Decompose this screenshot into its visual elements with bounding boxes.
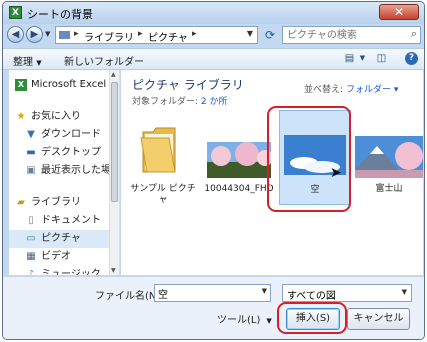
arrange-by-dropdown[interactable]: フォルダー ▾ [346,82,398,95]
scroll-up-icon[interactable]: ▲ [111,71,116,78]
address-bar[interactable]: ▸ ライブラリ ▸ ピクチャ ▸ ▼ [55,26,258,44]
nav-item-microsoft-excel[interactable]: X Microsoft Excel [9,76,119,94]
filetype-value: すべての図 [287,291,336,302]
chevron-down-icon[interactable]: ▼ [402,288,407,296]
chevron-down-icon: ▼ [266,317,272,325]
search-input[interactable] [287,28,397,42]
nav-item-downloads[interactable]: ▼ ダウンロード [9,126,119,144]
nav-item-documents[interactable]: ▯ ドキュメント [9,212,119,230]
title-bar: X シートの背景 ✕ [3,2,424,24]
nav-item-label: ピクチャ [41,233,81,244]
tools-button[interactable]: ツール(L) ▼ [217,311,272,326]
command-bar: 整理 ▼ 新しいフォルダー ▤ ▼ ◫ ? [3,48,424,70]
desktop-icon: ▬ [26,147,36,158]
preview-pane-icon[interactable]: ◫ [375,52,388,65]
documents-icon: ▯ [28,215,34,226]
breadcrumb-libraries[interactable]: ライブラリ [84,29,134,44]
filename-input[interactable] [158,286,253,300]
forward-button[interactable]: ▶ [26,26,43,43]
address-dropdown-icon[interactable]: ▼ [247,29,253,38]
nav-item-label: ミュージック [41,269,101,275]
close-button[interactable]: ✕ [379,4,419,20]
nav-item-recent-places[interactable]: ▣ 最近表示した場所 [9,162,119,180]
search-icon[interactable]: ⌕ [411,27,417,41]
organize-button[interactable]: 整理 ▼ [13,53,42,68]
view-dropdown-icon[interactable]: ▼ [356,52,369,65]
library-subtitle: 対象フォルダー: 2 か所 [132,94,228,107]
file-name: 10044304_FHD [204,184,274,194]
arrange-by-label: 並べ替え: [304,85,344,95]
breadcrumb-separator-icon[interactable]: ▸ [138,29,143,39]
breadcrumb-separator-icon[interactable]: ▸ [74,29,79,39]
videos-icon: ▦ [26,251,36,262]
dialog-footer: ファイル名(N): ▼ すべての図 ▼ ツール(L)▼ 挿入(S) キャンセル [3,276,424,339]
search-box[interactable]: ⌕ [282,26,421,44]
music-icon: ♪ [27,269,35,275]
nav-item-favorites[interactable]: ★ お気に入り [9,108,119,126]
recent-pages-dropdown-icon[interactable]: ▼ [45,30,50,38]
star-icon: ★ [16,111,26,122]
file-list-pane: ピクチャ ライブラリ 対象フォルダー: 2 か所 並べ替え: フォルダー ▾ サ… [121,70,423,275]
view-options-icon[interactable]: ▤ [343,52,356,65]
tools-label: ツール(L) [217,315,261,326]
file-item-mount-fuji[interactable]: 富士山 [353,110,423,205]
nav-item-desktop[interactable]: ▬ デスクトップ [9,144,119,162]
nav-item-label: ライブラリ [31,197,81,208]
pictures-icon: ▭ [26,233,36,244]
new-folder-button[interactable]: 新しいフォルダー [64,53,144,68]
file-dialog-window: X シートの背景 ✕ ◀ ▶ ▼ ▸ ライブラリ ▸ ピクチャ ▸ ▼ ⟳ ⌕ … [2,1,425,340]
folder-icon [140,127,176,173]
excel-app-icon: X [9,6,22,19]
breadcrumb-separator-icon[interactable]: ▸ [192,29,197,39]
nav-item-label: Microsoft Excel [31,79,107,90]
library-locations-link[interactable]: 2 か所 [201,97,228,107]
refresh-icon[interactable]: ⟳ [261,26,279,44]
file-item-sample-pictures[interactable]: サンプル ピクチャ [127,110,199,205]
nav-item-libraries[interactable]: ▰ ライブラリ [9,194,119,212]
recent-places-icon: ▣ [26,165,36,176]
nav-item-label: ダウンロード [41,129,101,140]
file-name: 空 [310,185,320,195]
image-thumbnail [355,136,423,178]
scroll-down-icon[interactable]: ▼ [111,267,116,274]
nav-scrollbar[interactable]: ▲ ▼ [109,70,119,275]
cancel-button[interactable]: キャンセル [347,308,410,330]
nav-item-label: ビデオ [41,251,71,262]
file-name: サンプル ピクチャ [130,184,196,205]
library-title: ピクチャ ライブラリ [132,78,244,92]
file-name: 富士山 [375,184,403,194]
nav-item-label: お気に入り [31,111,81,122]
breadcrumb-pictures[interactable]: ピクチャ [148,29,188,44]
insert-button[interactable]: 挿入(S) [286,308,340,330]
scroll-thumb[interactable] [111,82,118,202]
filetype-select[interactable]: すべての図 ▼ [282,284,412,302]
nav-item-label: ドキュメント [41,215,101,226]
image-thumbnail [207,142,271,178]
chevron-down-icon[interactable]: ▼ [262,287,267,295]
nav-item-pictures[interactable]: ▭ ピクチャ [9,230,119,248]
nav-item-videos[interactable]: ▦ ビデオ [9,248,119,266]
window-title: シートの背景 [27,8,93,21]
library-subtitle-label: 対象フォルダー: [132,97,199,107]
organize-label: 整理 [13,57,33,68]
nav-item-label: デスクトップ [41,147,101,158]
address-row: ◀ ▶ ▼ ▸ ライブラリ ▸ ピクチャ ▸ ▼ ⟳ ⌕ [3,24,424,46]
file-item-sky[interactable]: ➤ 空 [279,110,351,205]
excel-icon: X [15,79,27,91]
navigation-pane: X Microsoft Excel ★ お気に入り ▼ ダウンロード ▬ デスク… [9,70,120,275]
file-item-10044304-fhd[interactable]: 10044304_FHD [203,110,275,205]
nav-item-music[interactable]: ♪ ミュージック [9,266,119,275]
download-folder-icon: ▼ [27,129,35,140]
chevron-down-icon: ▼ [36,59,42,67]
library-folder-icon [59,31,70,39]
library-icon: ▰ [17,197,25,208]
filename-combobox[interactable]: ▼ [154,284,271,302]
help-icon[interactable]: ? [405,52,418,65]
mouse-cursor-icon: ➤ [330,165,342,181]
back-button[interactable]: ◀ [7,26,24,43]
